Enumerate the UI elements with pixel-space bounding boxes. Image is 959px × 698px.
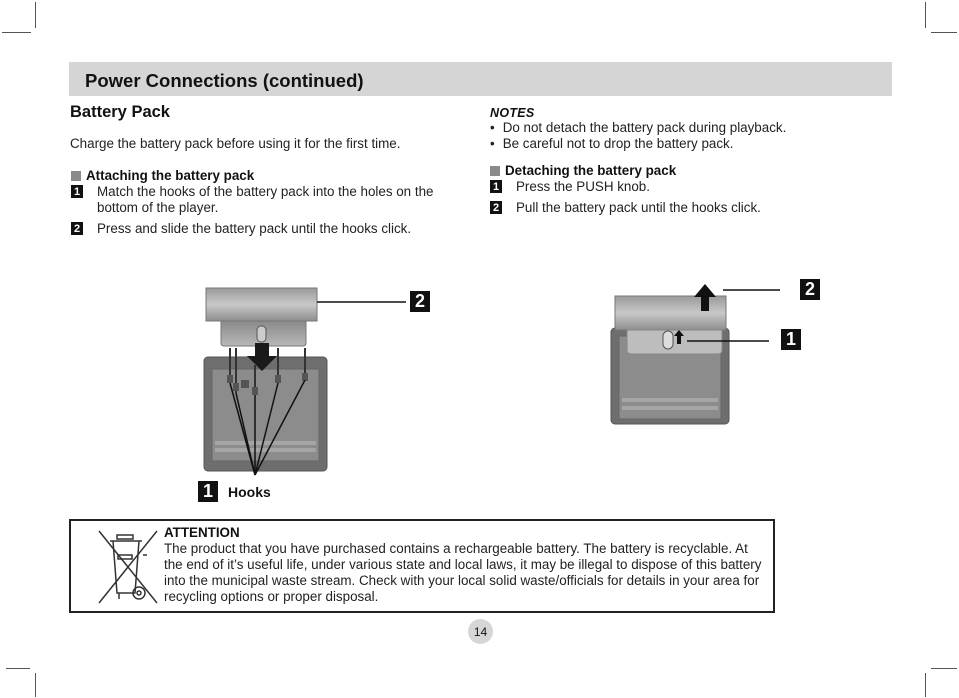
step-number-badge: 2	[71, 222, 83, 235]
attention-box: ATTENTION The product that you have purc…	[69, 519, 775, 613]
callout-step-2: 2	[410, 291, 430, 312]
detaching-step: 1 Press the PUSH knob.	[490, 179, 890, 195]
step-number-badge: 1	[71, 185, 83, 198]
attention-title: ATTENTION	[164, 525, 240, 540]
callout-step-2: 2	[800, 279, 820, 300]
crop-mark	[925, 673, 926, 697]
push-knob-shape	[256, 325, 267, 343]
detach-battery-illustration	[610, 284, 780, 425]
crop-mark	[931, 32, 957, 33]
crop-mark	[925, 2, 926, 28]
attention-body: The product that you have purchased cont…	[164, 541, 762, 604]
step-text: Press and slide the battery pack until t…	[97, 221, 412, 236]
bullet-icon: •	[490, 120, 495, 135]
notes-block: NOTES • Do not detach the battery pack d…	[490, 106, 890, 152]
attaching-step: 2 Press and slide the battery pack until…	[71, 221, 451, 237]
step-text: Match the hooks of the battery pack into…	[97, 184, 434, 215]
crop-mark	[2, 32, 31, 33]
crop-mark	[931, 668, 957, 669]
page-title: Power Connections (continued)	[85, 70, 364, 91]
callout-hooks-number: 1	[198, 481, 218, 502]
attaching-block: Attaching the battery pack 1 Match the h…	[71, 168, 451, 237]
note-text: Be careful not to drop the battery pack.	[502, 136, 734, 151]
attaching-title: Attaching the battery pack	[86, 168, 255, 183]
notes-title: NOTES	[490, 106, 535, 120]
attach-battery-illustration	[203, 287, 406, 476]
note-text: Do not detach the battery pack during pl…	[502, 120, 787, 135]
callout-step-1: 1	[781, 329, 801, 350]
attaching-step: 1 Match the hooks of the battery pack in…	[71, 184, 451, 216]
step-text: Press the PUSH knob.	[516, 179, 650, 194]
detaching-step: 2 Pull the battery pack until the hooks …	[490, 200, 890, 216]
crossed-out-wheelie-bin-icon	[98, 530, 158, 604]
detaching-title: Detaching the battery pack	[505, 163, 677, 178]
detaching-block: Detaching the battery pack 1 Press the P…	[490, 163, 890, 216]
crop-mark	[35, 673, 36, 697]
battery-pack-shape	[614, 295, 727, 331]
detaching-heading: Detaching the battery pack	[490, 163, 890, 178]
push-knob-shape	[662, 330, 674, 350]
page-number: 14	[468, 619, 493, 644]
crop-mark	[6, 668, 30, 669]
hooks-label: Hooks	[228, 484, 271, 500]
section-title: Battery Pack	[70, 103, 170, 121]
note-item: • Be careful not to drop the battery pac…	[490, 136, 890, 152]
bullet-icon: •	[490, 136, 495, 151]
crop-mark	[35, 2, 36, 28]
step-number-badge: 1	[490, 180, 502, 193]
intro-text: Charge the battery pack before using it …	[70, 136, 401, 151]
battery-latch-shape	[626, 329, 723, 355]
section-header-bar: Power Connections (continued)	[69, 62, 892, 96]
note-item: • Do not detach the battery pack during …	[490, 120, 890, 136]
square-bullet-icon	[71, 170, 81, 181]
step-number-badge: 2	[490, 201, 502, 214]
attaching-heading: Attaching the battery pack	[71, 168, 451, 183]
square-bullet-icon	[490, 165, 500, 176]
battery-pack-shape	[205, 287, 318, 322]
step-text: Pull the battery pack until the hooks cl…	[516, 200, 761, 215]
